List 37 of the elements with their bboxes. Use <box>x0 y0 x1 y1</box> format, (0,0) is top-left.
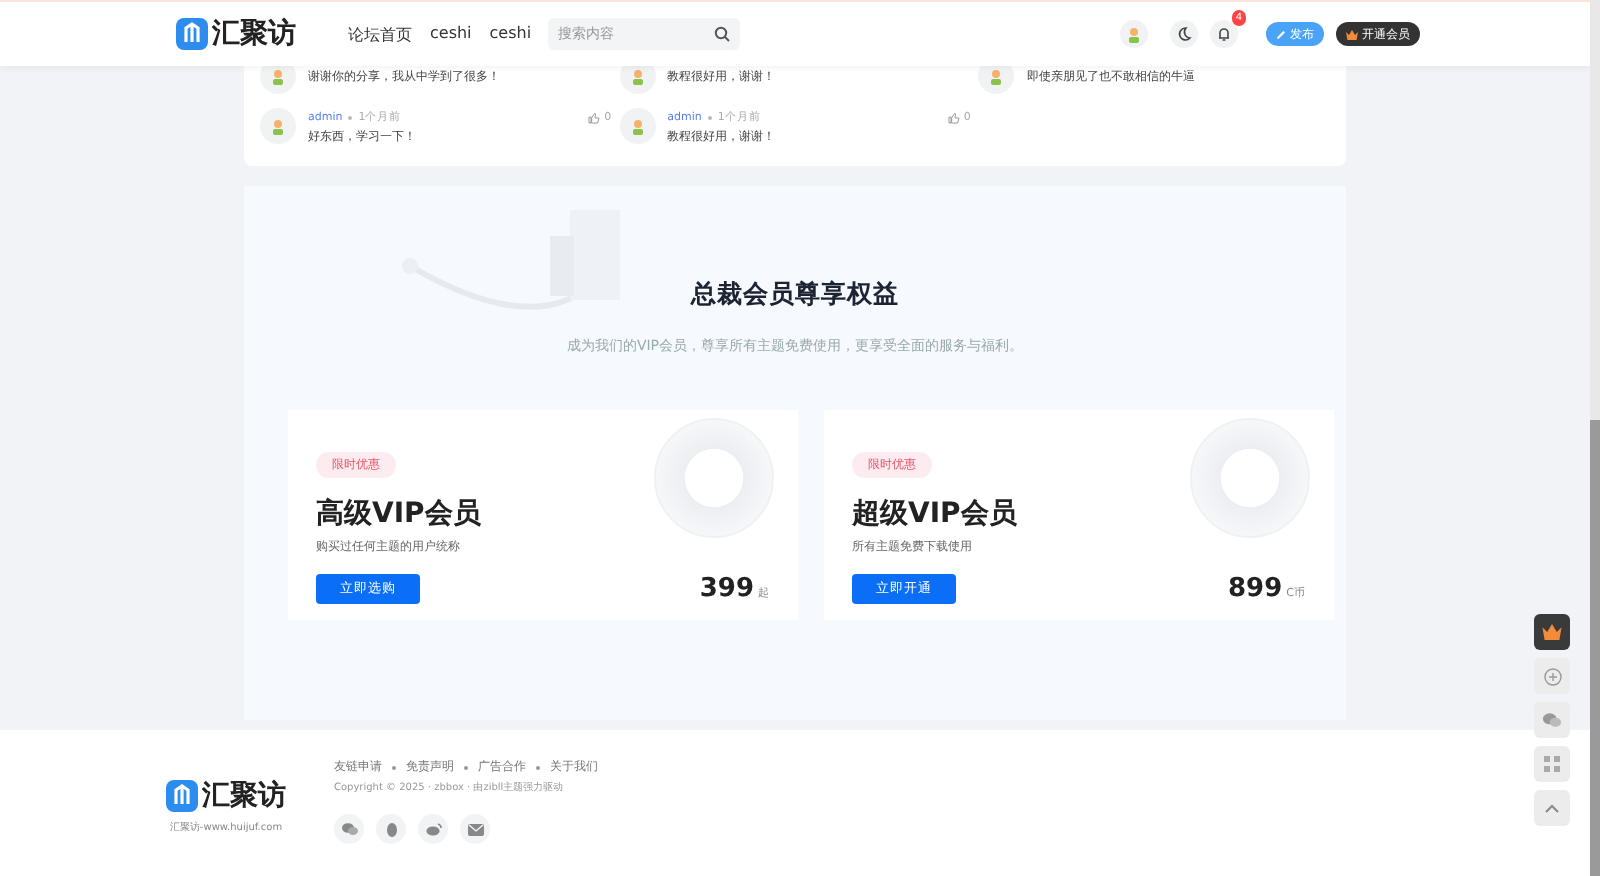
nav-link[interactable]: ceshi <box>489 23 532 45</box>
user-avatar <box>260 108 296 144</box>
user-avatar[interactable] <box>1120 20 1148 48</box>
separator-dot <box>348 115 353 119</box>
nav-link[interactable]: ceshi <box>430 23 472 45</box>
separator-dot <box>707 115 712 119</box>
crown-icon <box>1346 29 1358 39</box>
plan-name: 高级VIP会员 <box>316 496 483 532</box>
plan-price: 399 <box>699 574 754 604</box>
logo-icon <box>176 18 208 50</box>
pencil-icon <box>1276 29 1286 39</box>
separator-dot <box>464 765 468 769</box>
back-to-top-icon[interactable] <box>1534 790 1570 826</box>
plan-price: 899 <box>1228 574 1283 604</box>
add-icon[interactable] <box>1534 658 1570 694</box>
separator-dot <box>536 765 540 769</box>
section-title: 总裁会员尊享权益 <box>688 278 901 312</box>
nav-link[interactable]: 论坛首页 <box>348 23 412 45</box>
thumbs-up-icon[interactable] <box>947 111 960 123</box>
plan-name: 超级VIP会员 <box>852 496 1019 532</box>
user-avatar <box>619 108 656 144</box>
chat-bubbles-icon[interactable] <box>334 814 364 844</box>
logo-icon <box>166 780 198 812</box>
notification-button[interactable] <box>1210 20 1238 48</box>
dark-mode-button[interactable] <box>1170 20 1198 48</box>
mail-icon[interactable] <box>460 814 490 844</box>
scrollbar[interactable] <box>1590 0 1600 876</box>
site-logo[interactable]: 汇聚访 <box>212 16 296 52</box>
separator-dot <box>392 765 396 769</box>
chat-bubbles-icon[interactable] <box>1534 702 1570 738</box>
moon-icon <box>1176 26 1192 42</box>
thumbs-up-icon[interactable] <box>588 111 601 123</box>
search-icon[interactable] <box>714 26 730 42</box>
qr-code-icon[interactable] <box>1534 746 1570 782</box>
bell-icon <box>1216 26 1232 42</box>
crown-icon[interactable] <box>1534 614 1570 650</box>
site-logo[interactable]: 汇聚访 <box>202 778 286 814</box>
